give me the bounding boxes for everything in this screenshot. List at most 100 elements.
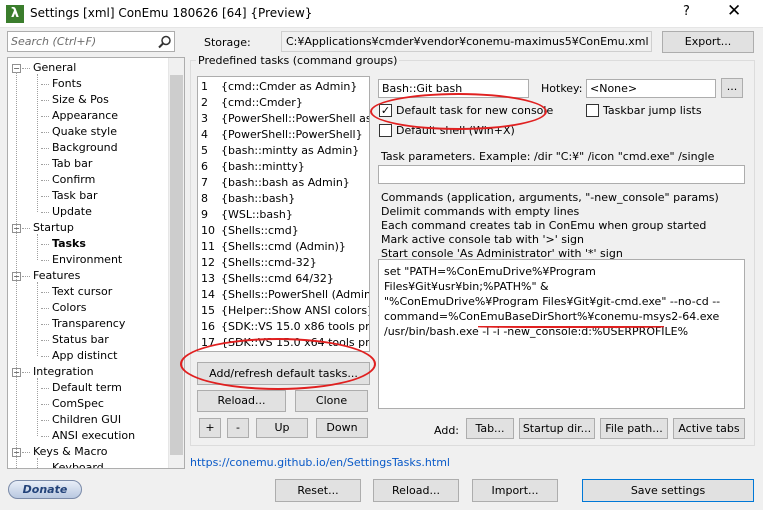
- tree-item[interactable]: General: [33, 60, 76, 76]
- task-number: 13: [201, 272, 215, 285]
- search-input[interactable]: Search (Ctrl+F): [7, 31, 175, 52]
- tree-connector: [41, 180, 49, 181]
- task-number: 7: [201, 176, 208, 189]
- add-startup-dir-button[interactable]: Startup dir...: [519, 418, 595, 439]
- commands-textarea[interactable]: set "PATH=%ConEmuDrive%¥Program Files¥Gi…: [378, 259, 745, 409]
- tree-scroll-thumb[interactable]: [170, 75, 183, 455]
- clone-button[interactable]: Clone: [295, 390, 368, 412]
- tree-connector: [37, 234, 38, 260]
- task-name: {cmd::Cmder as Admin}: [221, 80, 358, 93]
- command-line: "%ConEmuDrive%¥Program Files¥Git¥git-cmd…: [384, 295, 721, 308]
- tree-item[interactable]: Environment: [52, 252, 122, 268]
- tree-item[interactable]: Background: [52, 140, 118, 156]
- task-list-item[interactable]: 3 {PowerShell::PowerShell as Ac: [199, 111, 369, 126]
- add-tab-button[interactable]: Tab...: [466, 418, 514, 439]
- task-list-item[interactable]: 13 {Shells::cmd 64/32}: [199, 271, 369, 286]
- task-list-item[interactable]: 1 {cmd::Cmder as Admin}: [199, 79, 369, 94]
- add-file-path-button[interactable]: File path...: [600, 418, 668, 439]
- add-label: Add:: [434, 424, 460, 437]
- tree-item[interactable]: Size & Pos: [52, 92, 109, 108]
- settings-tasks-link[interactable]: https://conemu.github.io/en/SettingsTask…: [190, 456, 450, 469]
- tree-item[interactable]: App distinct: [52, 348, 117, 364]
- help-line: Mark active console tab with '>' sign: [381, 233, 584, 246]
- add-task-button[interactable]: +: [199, 418, 221, 438]
- tree-item[interactable]: Transparency: [52, 316, 125, 332]
- export-button[interactable]: Export...: [662, 31, 754, 53]
- tree-item[interactable]: Text cursor: [52, 284, 112, 300]
- tree-item[interactable]: Fonts: [52, 76, 82, 92]
- task-list-item[interactable]: 4 {PowerShell::PowerShell}: [199, 127, 369, 142]
- tree-item[interactable]: Status bar: [52, 332, 109, 348]
- tree-item[interactable]: Tab bar: [52, 156, 92, 172]
- tree-item[interactable]: Appearance: [52, 108, 118, 124]
- tree-connector: [41, 132, 49, 133]
- tree-connector: [41, 196, 49, 197]
- remove-task-button[interactable]: -: [227, 418, 249, 438]
- task-list-item[interactable]: 5 {bash::mintty as Admin}: [199, 143, 369, 158]
- default-shell-checkbox[interactable]: [379, 124, 392, 137]
- hotkey-more-button[interactable]: ...: [721, 78, 743, 98]
- reset-button[interactable]: Reset...: [275, 479, 361, 502]
- tree-item[interactable]: ComSpec: [52, 396, 104, 412]
- tree-item[interactable]: Keyboard: [52, 460, 104, 468]
- close-icon[interactable]: ✕: [727, 1, 741, 21]
- move-up-button[interactable]: Up: [256, 418, 308, 438]
- task-number: 14: [201, 288, 215, 301]
- tree-connector: [22, 68, 30, 69]
- task-list-item[interactable]: 12 {Shells::cmd-32}: [199, 255, 369, 270]
- task-list-item[interactable]: 10 {Shells::cmd}: [199, 223, 369, 238]
- tree-item[interactable]: Task bar: [52, 188, 97, 204]
- hotkey-input[interactable]: <None>: [586, 79, 716, 98]
- tree-item[interactable]: Quake style: [52, 124, 117, 140]
- tree-item[interactable]: Tasks: [52, 236, 86, 252]
- import-button[interactable]: Import...: [472, 479, 558, 502]
- task-list[interactable]: 1 {cmd::Cmder as Admin} 2 {cmd::Cmder} 3 {Pow…: [197, 76, 370, 352]
- tree-item[interactable]: Default term: [52, 380, 122, 396]
- task-list-item[interactable]: 16 {SDK::VS 15.0 x86 tools promp: [199, 319, 369, 334]
- tree-connector: [41, 116, 49, 117]
- predefined-tasks-label: Predefined tasks (command groups): [196, 54, 400, 67]
- tree-item[interactable]: Colors: [52, 300, 86, 316]
- task-list-item[interactable]: 9 {WSL::bash}: [199, 207, 369, 222]
- storage-label: Storage:: [204, 36, 251, 49]
- help-button[interactable]: ?: [683, 4, 690, 19]
- tree-connector: [41, 388, 49, 389]
- tree-connector: [16, 72, 17, 468]
- task-list-item[interactable]: 8 {bash::bash}: [199, 191, 369, 206]
- task-list-item[interactable]: 2 {cmd::Cmder}: [199, 95, 369, 110]
- tree-item[interactable]: Update: [52, 204, 92, 220]
- tree-item[interactable]: Confirm: [52, 172, 95, 188]
- task-list-item[interactable]: 6 {bash::mintty}: [199, 159, 369, 174]
- task-name: {bash::mintty}: [221, 160, 305, 173]
- tree-item[interactable]: Children GUI: [52, 412, 121, 428]
- donate-button[interactable]: Donate: [8, 480, 82, 499]
- tree-connector: [41, 356, 49, 357]
- tree-connector: [41, 340, 49, 341]
- save-settings-button[interactable]: Save settings: [582, 479, 754, 502]
- task-list-item[interactable]: 7 {bash::bash as Admin}: [199, 175, 369, 190]
- task-name: {Shells::PowerShell (Admin)}: [221, 288, 370, 301]
- command-line: command=%ConEmuBaseDirShort%¥conemu-msys…: [384, 310, 720, 323]
- tree-item[interactable]: Integration: [33, 364, 94, 380]
- tree-item[interactable]: ANSI execution: [52, 428, 135, 444]
- commands-help: Commands (application, arguments, "-new_…: [381, 191, 719, 261]
- settings-tree[interactable]: General − Fonts Size & Pos Appearance Quake s…: [7, 57, 185, 469]
- task-name: {PowerShell::PowerShell}: [221, 128, 363, 141]
- task-list-item[interactable]: 15 {Helper::Show ANSI colors}: [199, 303, 369, 318]
- reload-settings-button[interactable]: Reload...: [373, 479, 459, 502]
- storage-path[interactable]: C:¥Applications¥cmder¥vendor¥conemu-maxi…: [281, 31, 652, 52]
- add-active-tabs-button[interactable]: Active tabs: [673, 418, 745, 439]
- search-placeholder: Search (Ctrl+F): [11, 35, 97, 48]
- tree-item[interactable]: Keys & Macro: [33, 444, 108, 460]
- move-down-button[interactable]: Down: [316, 418, 368, 438]
- reload-tasks-button[interactable]: Reload...: [197, 390, 286, 412]
- task-params-input[interactable]: [378, 165, 745, 184]
- tree-item[interactable]: Features: [33, 268, 80, 284]
- tree-connector: [41, 244, 49, 245]
- taskbar-jump-checkbox[interactable]: [586, 104, 599, 117]
- tree-connector: [37, 282, 38, 356]
- tree-item[interactable]: Startup: [33, 220, 74, 236]
- command-line: set "PATH=%ConEmuDrive%¥Program Files¥Gi…: [384, 265, 596, 293]
- task-list-item[interactable]: 14 {Shells::PowerShell (Admin)}: [199, 287, 369, 302]
- task-list-item[interactable]: 11 {Shells::cmd (Admin)}: [199, 239, 369, 254]
